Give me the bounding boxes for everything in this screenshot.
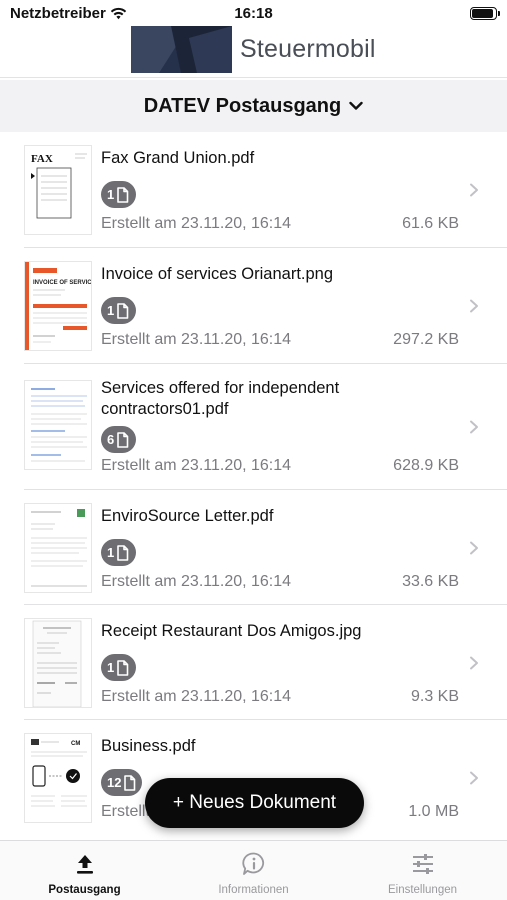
info-icon (242, 852, 265, 875)
page-count: 1 (107, 545, 115, 560)
created-date: Erstellt am 23.11.20, 16:14 (101, 573, 292, 590)
document-list[interactable]: FAX Fax Grand Union.pdf 1 Erstellt am 23… (0, 132, 507, 840)
chevron-right-icon (470, 541, 478, 555)
document-name: EnviroSource Letter.pdf (101, 507, 274, 525)
folder-title: DATEV Postausgang (143, 94, 342, 117)
page-count-badge: 1 (101, 181, 136, 208)
svg-text:FAX: FAX (31, 153, 53, 165)
page-icon (117, 659, 129, 676)
page-icon (117, 302, 129, 319)
document-meta: Erstellt am 23.11.20, 16:14 9.3 KB (101, 688, 459, 706)
document-thumbnail (24, 380, 92, 470)
document-name: Fax Grand Union.pdf (101, 149, 255, 167)
created-date: Erstellt am 23.11.20, 16:14 (101, 215, 292, 232)
new-document-button[interactable]: + Neues Dokument (145, 778, 364, 828)
document-meta: Erstellt am 23.11.20, 16:14 297.2 KB (101, 331, 459, 349)
file-size: 33.6 KB (402, 573, 459, 590)
file-size: 61.6 KB (402, 215, 459, 232)
page-icon (124, 774, 136, 791)
created-date: Erstellt am 23.11.20, 16:14 (101, 688, 292, 705)
document-row[interactable]: Services offered for independent contrac… (0, 364, 507, 490)
page-count-badge: 12 (101, 769, 143, 796)
page-count-badge: 1 (101, 654, 136, 681)
document-name: Business.pdf (101, 737, 196, 755)
document-row[interactable]: INVOICE OF SERVICES Invoice of services … (0, 248, 507, 364)
page-count-badge: 1 (101, 297, 136, 324)
document-meta: Erstellt am 23.11.20, 16:14 61.6 KB (101, 215, 459, 233)
upload-icon (77, 855, 93, 874)
page-count: 1 (107, 660, 115, 675)
document-meta: Erstellt am 23.11.20, 16:14 628.9 KB (101, 457, 459, 475)
brand-name: Steuermobil (240, 35, 376, 63)
document-row[interactable]: EnviroSource Letter.pdf 1 Erstellt am 23… (0, 490, 507, 605)
battery-fill (472, 9, 493, 18)
document-name: Services offered for independent contrac… (101, 379, 340, 418)
page-count: 6 (107, 432, 115, 447)
tab-informationen[interactable]: Informationen (169, 841, 338, 900)
tab-label: Informationen (218, 884, 289, 896)
chevron-right-icon (470, 771, 478, 785)
tab-bar: Postausgang Informationen Einstellungen (0, 840, 507, 900)
chevron-right-icon (470, 420, 478, 434)
created-date: Erstellt am 23.11.20, 16:14 (101, 331, 292, 348)
created-date: Erstellt am 23.11.20, 16:14 (101, 457, 292, 474)
document-name: Invoice of services Orianart.png (101, 265, 334, 283)
page-count: 12 (107, 775, 122, 790)
document-thumbnail (24, 503, 92, 593)
tab-postausgang[interactable]: Postausgang (0, 841, 169, 900)
carrier: Netzbetreiber (10, 5, 127, 22)
document-row[interactable]: FAX Fax Grand Union.pdf 1 Erstellt am 23… (0, 132, 507, 248)
document-thumbnail: CM (24, 733, 92, 823)
chevron-right-icon (470, 656, 478, 670)
sliders-icon (413, 854, 433, 874)
carrier-name: Netzbetreiber (10, 5, 106, 22)
wifi-icon (110, 7, 127, 20)
file-size: 1.0 MB (408, 803, 459, 820)
page-icon (117, 544, 129, 561)
document-name: Receipt Restaurant Dos Amigos.jpg (101, 622, 362, 640)
file-size: 9.3 KB (410, 688, 459, 705)
file-size: 628.9 KB (393, 457, 459, 474)
chevron-right-icon (470, 299, 478, 313)
page-icon (117, 431, 129, 448)
status-bar: Netzbetreiber 16:18 (0, 0, 507, 26)
page-count: 1 (107, 303, 115, 318)
battery-icon (470, 7, 500, 20)
svg-text:CM: CM (71, 741, 80, 747)
page-count-badge: 6 (101, 426, 136, 453)
chevron-right-icon (470, 183, 478, 197)
app-header: Steuermobil (0, 26, 507, 78)
document-thumbnail (24, 618, 92, 708)
file-size: 297.2 KB (393, 331, 459, 348)
document-thumbnail: INVOICE OF SERVICES (24, 261, 92, 351)
chevron-down-icon (349, 101, 363, 110)
document-meta: Erstellt am 23.11.20, 16:14 33.6 KB (101, 573, 459, 591)
document-row[interactable]: Receipt Restaurant Dos Amigos.jpg 1 Erst… (0, 605, 507, 720)
brand-logo-mark (131, 26, 232, 73)
page-count: 1 (107, 187, 115, 202)
svg-text:INVOICE OF SERVICES: INVOICE OF SERVICES (33, 280, 92, 286)
folder-selector[interactable]: DATEV Postausgang (0, 80, 507, 132)
tab-einstellungen[interactable]: Einstellungen (338, 841, 507, 900)
tab-label: Postausgang (48, 884, 121, 896)
page-icon (117, 186, 129, 203)
tab-label: Einstellungen (387, 884, 458, 896)
document-thumbnail: FAX (24, 145, 92, 235)
page-count-badge: 1 (101, 539, 136, 566)
